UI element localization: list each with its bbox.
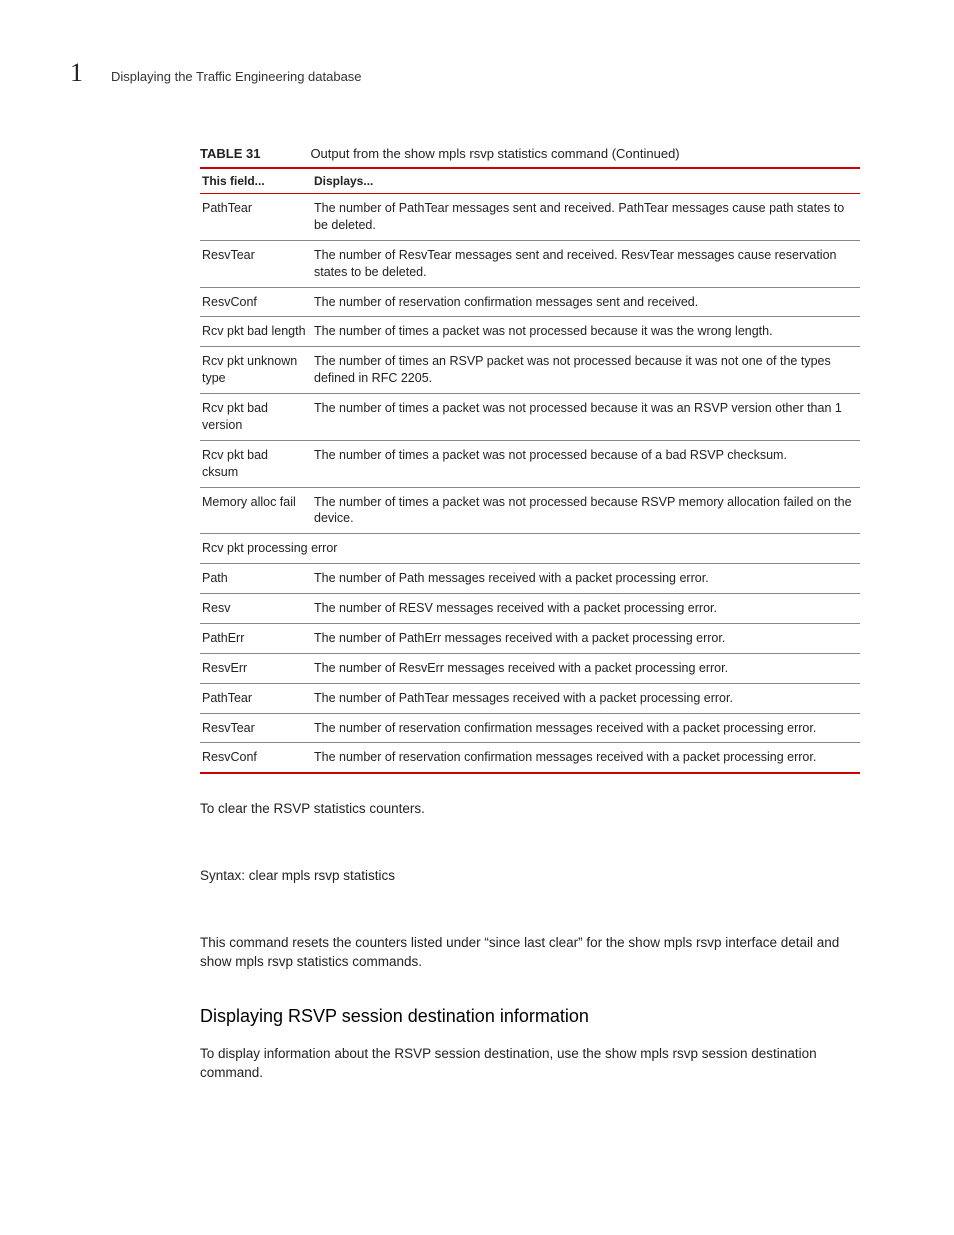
- table-header-row: This field... Displays...: [200, 168, 860, 194]
- syntax-line: Syntax: clear mpls rsvp statistics: [200, 867, 860, 886]
- cell-desc: The number of PathErr messages received …: [312, 623, 860, 653]
- cell-desc: The number of times a packet was not pro…: [312, 394, 860, 441]
- table-row: Rcv pkt bad lengthThe number of times a …: [200, 317, 860, 347]
- cell-desc: The number of reservation confirmation m…: [312, 713, 860, 743]
- table-row: ResvErrThe number of ResvErr messages re…: [200, 653, 860, 683]
- cell-section: Rcv pkt processing error: [200, 534, 860, 564]
- page: 1 Displaying the Traffic Engineering dat…: [0, 0, 954, 1123]
- cell-field: Rcv pkt bad version: [200, 394, 312, 441]
- table-title: Output from the show mpls rsvp statistic…: [310, 146, 679, 161]
- cell-field: Resv: [200, 594, 312, 624]
- table-caption: TABLE 31 Output from the show mpls rsvp …: [200, 146, 860, 161]
- cell-desc: The number of PathTear messages sent and…: [312, 194, 860, 241]
- table-row: PathTearThe number of PathTear messages …: [200, 683, 860, 713]
- cell-field: Memory alloc fail: [200, 487, 312, 534]
- cell-field: PathErr: [200, 623, 312, 653]
- cell-desc: The number of PathTear messages received…: [312, 683, 860, 713]
- cell-desc: The number of times a packet was not pro…: [312, 487, 860, 534]
- table-section-row: Rcv pkt processing error: [200, 534, 860, 564]
- chapter-number: 1: [70, 58, 83, 88]
- th-displays: Displays...: [312, 168, 860, 194]
- table-label: TABLE 31: [200, 146, 260, 161]
- cell-field: ResvTear: [200, 713, 312, 743]
- cell-field: ResvConf: [200, 743, 312, 773]
- cell-field: ResvErr: [200, 653, 312, 683]
- cell-desc: The number of Path messages received wit…: [312, 564, 860, 594]
- table-row: PathThe number of Path messages received…: [200, 564, 860, 594]
- cell-desc: The number of times a packet was not pro…: [312, 317, 860, 347]
- paragraph: To display information about the RSVP se…: [200, 1045, 860, 1083]
- content-column: TABLE 31 Output from the show mpls rsvp …: [200, 146, 860, 1083]
- cell-desc: The number of ResvErr messages received …: [312, 653, 860, 683]
- cell-field: PathTear: [200, 683, 312, 713]
- cell-desc: The number of ResvTear messages sent and…: [312, 240, 860, 287]
- cell-field: Path: [200, 564, 312, 594]
- th-field: This field...: [200, 168, 312, 194]
- running-header: 1 Displaying the Traffic Engineering dat…: [70, 58, 884, 88]
- cell-field: Rcv pkt unknown type: [200, 347, 312, 394]
- table-row: Memory alloc failThe number of times a p…: [200, 487, 860, 534]
- cell-field: ResvTear: [200, 240, 312, 287]
- table-row: Rcv pkt bad cksumThe number of times a p…: [200, 440, 860, 487]
- cell-field: ResvConf: [200, 287, 312, 317]
- table-row: PathTearThe number of PathTear messages …: [200, 194, 860, 241]
- paragraph: To clear the RSVP statistics counters.: [200, 800, 860, 819]
- running-title: Displaying the Traffic Engineering datab…: [111, 69, 362, 84]
- table-row: ResvTearThe number of ResvTear messages …: [200, 240, 860, 287]
- table-row: ResvTearThe number of reservation confir…: [200, 713, 860, 743]
- table-row: ResvConfThe number of reservation confir…: [200, 743, 860, 773]
- paragraph: This command resets the counters listed …: [200, 934, 860, 972]
- table-row: Rcv pkt bad versionThe number of times a…: [200, 394, 860, 441]
- table-row: Rcv pkt unknown typeThe number of times …: [200, 347, 860, 394]
- cell-field: PathTear: [200, 194, 312, 241]
- table-row: ResvThe number of RESV messages received…: [200, 594, 860, 624]
- table-row: ResvConfThe number of reservation confir…: [200, 287, 860, 317]
- cell-desc: The number of reservation confirmation m…: [312, 287, 860, 317]
- cell-field: Rcv pkt bad cksum: [200, 440, 312, 487]
- section-heading: Displaying RSVP session destination info…: [200, 1006, 860, 1027]
- cell-desc: The number of RESV messages received wit…: [312, 594, 860, 624]
- cell-field: Rcv pkt bad length: [200, 317, 312, 347]
- cell-desc: The number of times an RSVP packet was n…: [312, 347, 860, 394]
- output-table: This field... Displays... PathTearThe nu…: [200, 167, 860, 774]
- cell-desc: The number of times a packet was not pro…: [312, 440, 860, 487]
- cell-desc: The number of reservation confirmation m…: [312, 743, 860, 773]
- table-row: PathErrThe number of PathErr messages re…: [200, 623, 860, 653]
